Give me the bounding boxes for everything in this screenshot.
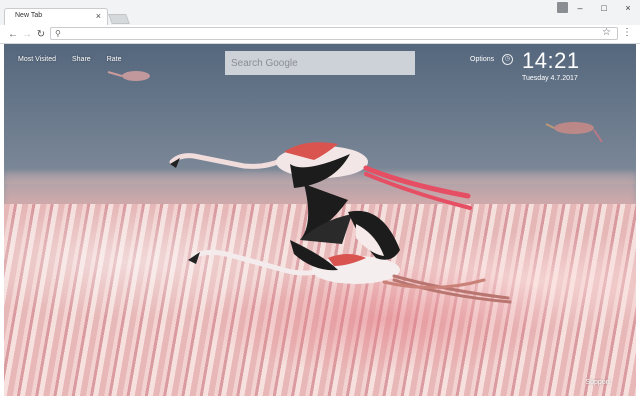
flamingo-lower [188,210,512,304]
window-controls: – □ × [568,0,640,16]
clock-date: Tuesday 4.7.2017 [522,75,578,82]
top-links: Most Visited Share Rate [18,56,121,63]
tab-new-tab[interactable]: New Tab × [4,8,108,26]
forward-icon[interactable]: → [20,27,34,41]
search-icon: ⚲ [55,29,61,38]
toolbar: ← → ↻ ⚲ ☆ ⋮ [0,25,640,44]
share-link[interactable]: Share [72,56,91,63]
search-input[interactable] [225,51,415,75]
omnibox-input[interactable] [65,28,585,39]
rate-link[interactable]: Rate [107,56,122,63]
tab-title: New Tab [15,12,43,19]
distant-flamingo-left [107,71,150,81]
support-link[interactable]: Support [585,379,610,386]
title-bar: New Tab × – □ × [0,0,640,26]
menu-icon[interactable]: ⋮ [622,27,632,38]
distant-flamingo-right [545,122,603,143]
clock-time: 14:21 [522,48,580,73]
profile-icon[interactable] [557,2,568,13]
minimize-button[interactable]: – [568,0,592,16]
new-tab-button[interactable] [108,14,130,24]
clock-icon[interactable]: ◷ [502,54,513,65]
maximize-button[interactable]: □ [592,0,616,16]
tab-close-icon[interactable]: × [96,11,101,21]
back-icon[interactable]: ← [6,27,20,41]
flamingos-image [107,71,603,304]
star-icon[interactable]: ☆ [602,27,611,38]
new-tab-page: Most Visited Share Rate Options ◷ 14:21 … [4,44,636,396]
close-button[interactable]: × [616,0,640,16]
most-visited-link[interactable]: Most Visited [18,56,56,63]
reload-icon[interactable]: ↻ [34,27,48,41]
address-bar[interactable]: ⚲ ☆ [50,27,618,40]
options-link[interactable]: Options [470,56,494,63]
flamingo-upper [169,142,472,244]
